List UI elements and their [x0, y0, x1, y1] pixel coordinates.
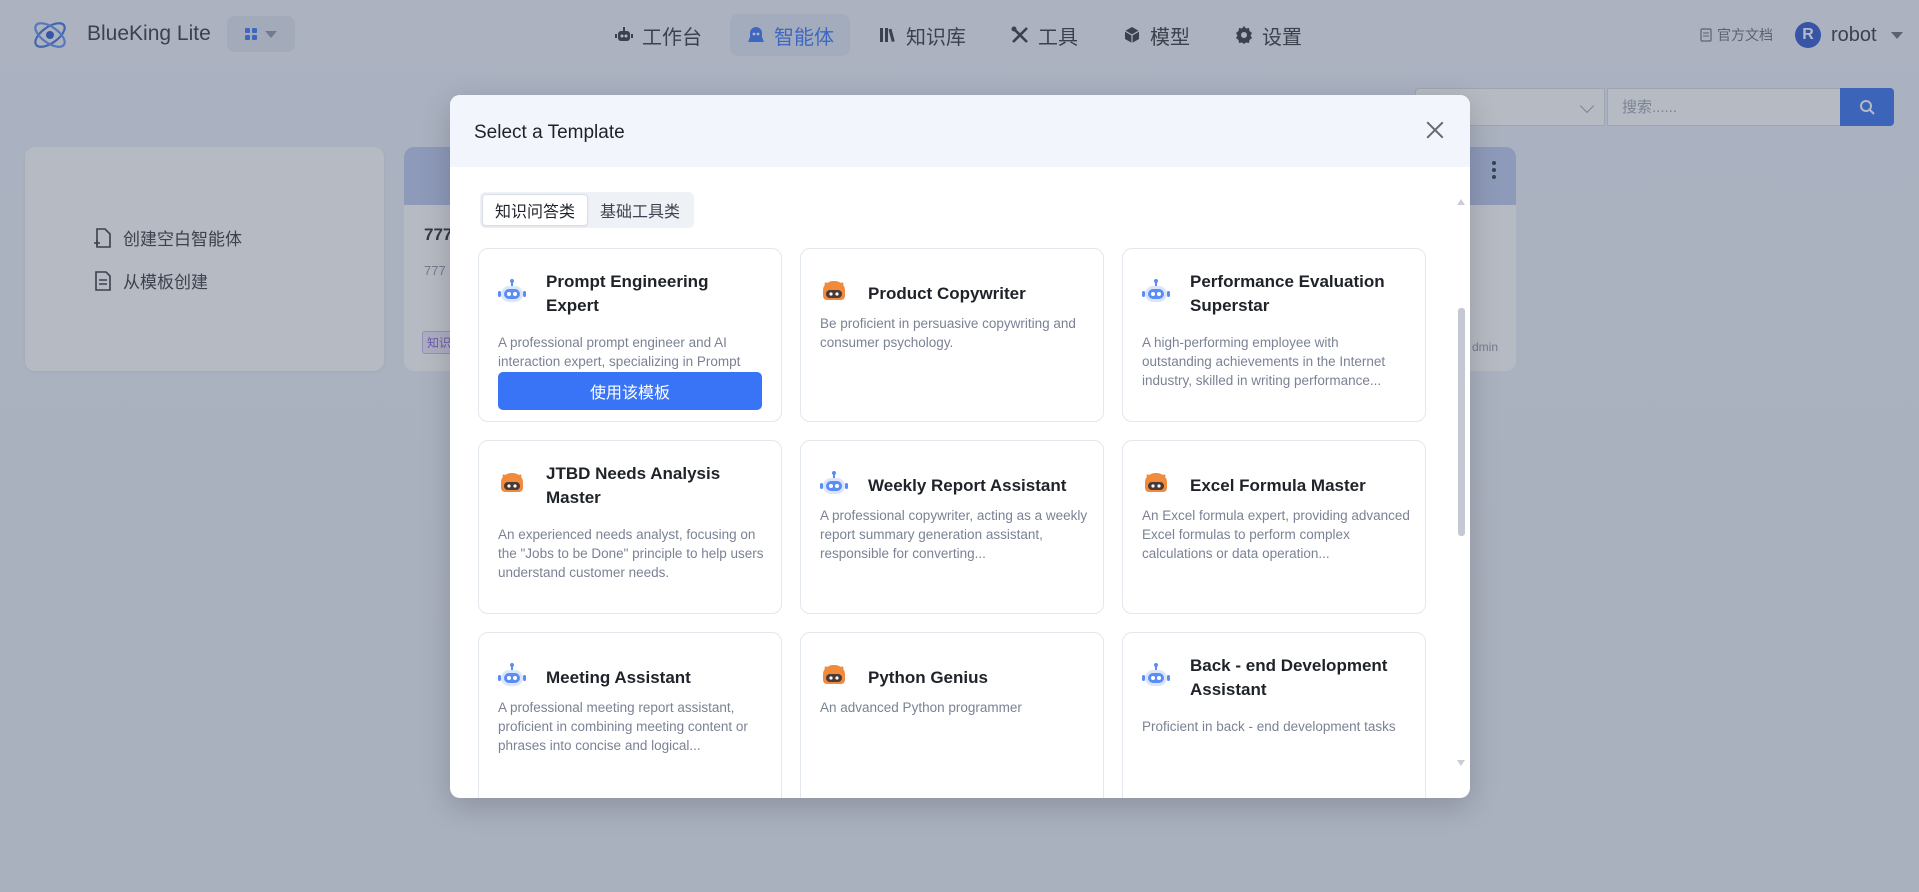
template-card[interactable]: Weekly Report Assistant A professional c…	[800, 440, 1104, 614]
blue-robot-icon	[498, 279, 526, 302]
template-desc: Be proficient in persuasive copywriting …	[820, 316, 1076, 350]
template-name: Weekly Report Assistant	[868, 476, 1067, 495]
template-desc: An Excel formula expert, providing advan…	[1142, 508, 1410, 561]
blue-robot-icon	[820, 471, 848, 494]
scrollbar[interactable]	[1457, 213, 1465, 793]
close-icon[interactable]	[1422, 117, 1448, 143]
template-card[interactable]: Excel Formula Master An Excel formula ex…	[1122, 440, 1426, 614]
orange-robot-icon	[501, 473, 523, 492]
template-name: JTBD Needs Analysis Master	[546, 464, 721, 507]
template-desc: A high-performing employee with outstand…	[1142, 335, 1386, 388]
scroll-up-arrow[interactable]	[1457, 199, 1465, 205]
template-name: Product Copywriter	[868, 284, 1026, 303]
blue-robot-icon	[1142, 663, 1170, 686]
template-desc: A professional copywriter, acting as a w…	[820, 508, 1088, 561]
template-category-tabs: 知识问答类 基础工具类	[480, 192, 695, 228]
scroll-down-arrow[interactable]	[1457, 760, 1465, 766]
template-name: Performance Evaluation Superstar	[1190, 272, 1385, 315]
orange-robot-icon	[1145, 473, 1167, 492]
select-template-modal: Select a Template 知识问答类 基础工具类 Prompt Eng…	[450, 95, 1470, 798]
scrollbar-thumb[interactable]	[1458, 308, 1465, 536]
template-card[interactable]: Performance Evaluation Superstar A high-…	[1122, 248, 1426, 422]
template-desc: A professional meeting report assistant,…	[498, 700, 748, 753]
template-card[interactable]: Product Copywriter Be proficient in pers…	[800, 248, 1104, 422]
template-name: Python Genius	[868, 668, 988, 687]
template-name: Prompt Engineering Expert	[546, 272, 709, 315]
template-desc: An experienced needs analyst, focusing o…	[498, 527, 764, 580]
modal-title: Select a Template	[474, 122, 625, 143]
orange-robot-icon	[823, 665, 845, 684]
template-card[interactable]: Meeting Assistant A professional meeting…	[478, 632, 782, 798]
template-card[interactable]: Prompt Engineering Expert A professional…	[478, 248, 782, 422]
template-card[interactable]: Python Genius An advanced Python program…	[800, 632, 1104, 798]
tab-basic-tools[interactable]: 基础工具类	[588, 194, 692, 226]
template-name: Meeting Assistant	[546, 668, 691, 687]
template-card[interactable]: Back - end Development Assistant Profici…	[1122, 632, 1426, 798]
template-desc: An advanced Python programmer	[820, 700, 1022, 715]
template-grid: Prompt Engineering Expert A professional…	[478, 248, 1430, 798]
template-name: Excel Formula Master	[1190, 476, 1366, 495]
blue-robot-icon	[498, 663, 526, 686]
orange-robot-icon	[823, 281, 845, 300]
template-name: Back - end Development Assistant	[1190, 656, 1388, 699]
modal-header: Select a Template	[450, 95, 1470, 167]
template-desc: A professional prompt engineer and AI in…	[498, 335, 741, 369]
tab-knowledge-qa[interactable]: 知识问答类	[482, 194, 589, 226]
template-desc: Proficient in back - end development tas…	[1142, 719, 1396, 734]
use-template-button[interactable]: 使用该模板	[498, 372, 762, 410]
blue-robot-icon	[1142, 279, 1170, 302]
template-card[interactable]: JTBD Needs Analysis Master An experience…	[478, 440, 782, 614]
